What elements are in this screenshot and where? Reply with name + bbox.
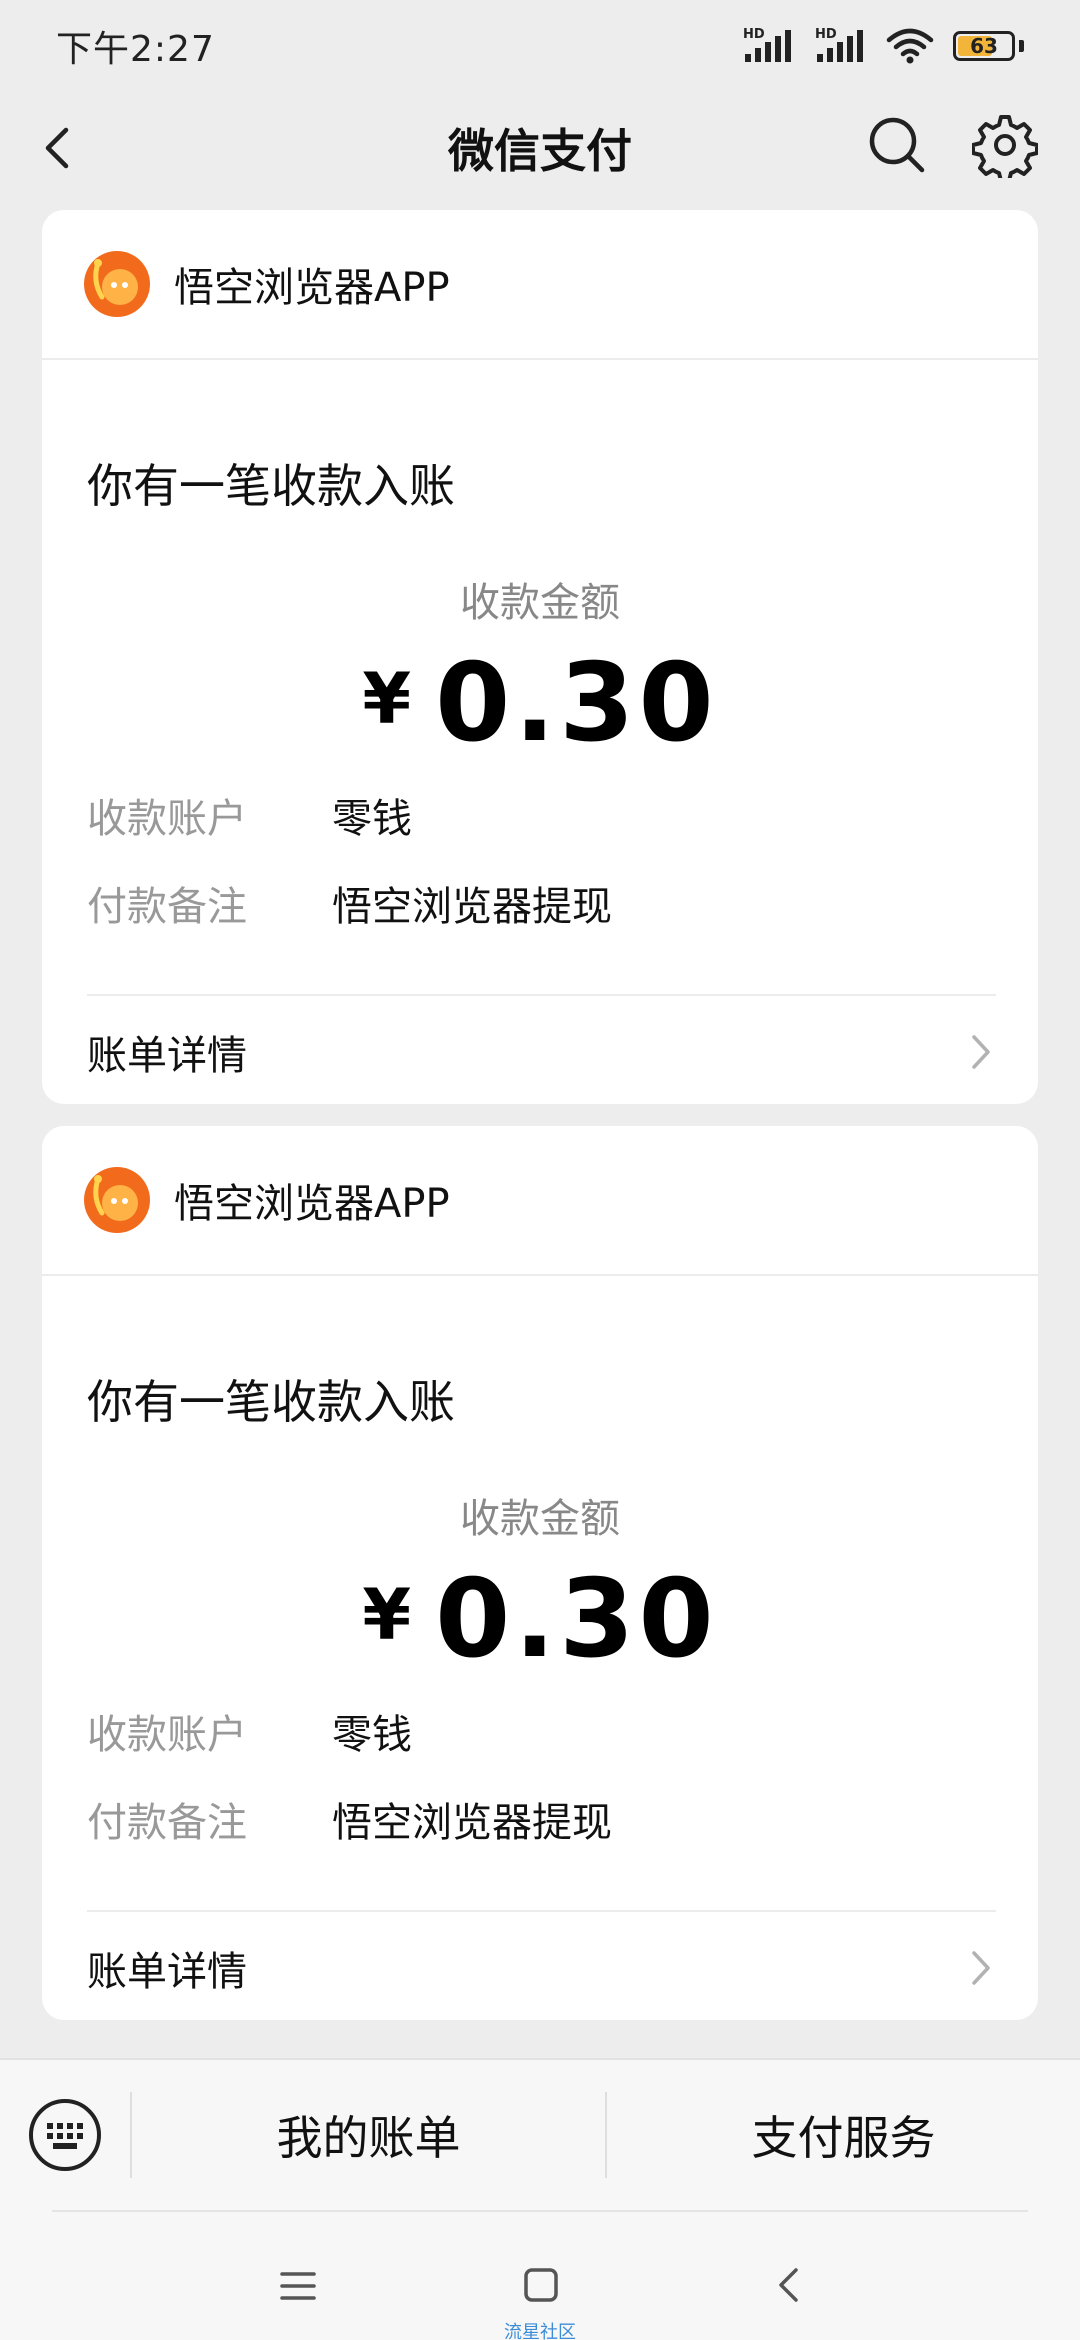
payment-card[interactable]: 悟空浏览器APP 你有一笔收款入账 收款金额 ¥ 0.30 收款账户 零钱 付款… bbox=[42, 1126, 1038, 2020]
wukong-logo-icon bbox=[84, 1167, 150, 1233]
remark-value: 悟空浏览器提现 bbox=[332, 884, 612, 930]
signal-icon: HD bbox=[743, 27, 791, 62]
menu-icon[interactable] bbox=[280, 2270, 316, 2302]
bill-detail-label: 账单详情 bbox=[87, 1033, 247, 1079]
account-row: 收款账户 零钱 bbox=[87, 786, 412, 844]
amount-row: ¥ 0.30 bbox=[42, 650, 1038, 758]
bill-detail-link[interactable]: 账单详情 bbox=[87, 1000, 996, 1104]
signal-icon-2: HD bbox=[815, 27, 863, 62]
battery-icon: 63 bbox=[953, 31, 1015, 61]
account-label: 收款账户 bbox=[87, 1712, 247, 1758]
battery-level: 63 bbox=[970, 34, 998, 58]
menu-my-bills[interactable]: 我的账单 bbox=[132, 2102, 605, 2168]
card-title: 你有一笔收款入账 bbox=[87, 459, 455, 513]
currency-symbol: ¥ bbox=[362, 1574, 412, 1656]
chevron-left-icon[interactable] bbox=[32, 120, 88, 176]
amount-label: 收款金额 bbox=[460, 1496, 620, 1542]
account-label: 收款账户 bbox=[87, 796, 247, 842]
remark-row: 付款备注 悟空浏览器提现 bbox=[87, 1790, 612, 1848]
bottom-menu: 我的账单 支付服务 bbox=[0, 2058, 1080, 2210]
watermark: 流星社区 bbox=[504, 2322, 576, 2340]
screen: 下午2:27 HD HD 63 微信支付 悟空浏览器APP 你有一笔收款入账 收… bbox=[0, 0, 1080, 2340]
remark-label: 付款备注 bbox=[87, 884, 247, 930]
home-icon[interactable] bbox=[524, 2268, 558, 2302]
payment-card[interactable]: 悟空浏览器APP 你有一笔收款入账 收款金额 ¥ 0.30 收款账户 零钱 付款… bbox=[42, 210, 1038, 1104]
card-header: 悟空浏览器APP bbox=[42, 1126, 1038, 1276]
account-row: 收款账户 零钱 bbox=[87, 1702, 412, 1760]
card-title: 你有一笔收款入账 bbox=[87, 1375, 455, 1429]
account-value: 零钱 bbox=[332, 796, 412, 842]
status-bar: 下午2:27 HD HD 63 bbox=[0, 0, 1080, 92]
chevron-right-icon bbox=[972, 1035, 990, 1069]
search-icon[interactable] bbox=[866, 114, 928, 176]
amount-label: 收款金额 bbox=[460, 580, 620, 626]
bill-detail-link[interactable]: 账单详情 bbox=[87, 1916, 996, 2020]
chevron-right-icon bbox=[972, 1951, 990, 1985]
signal-hd-label: HD bbox=[743, 27, 765, 42]
amount-row: ¥ 0.30 bbox=[42, 1566, 1038, 1674]
wifi-icon bbox=[886, 28, 934, 64]
keyboard-icon bbox=[29, 2099, 101, 2171]
card-divider bbox=[87, 994, 996, 996]
currency-symbol: ¥ bbox=[362, 658, 412, 740]
account-value: 零钱 bbox=[332, 1712, 412, 1758]
sys-divider bbox=[52, 2210, 1028, 2212]
card-divider bbox=[87, 1910, 996, 1912]
remark-label: 付款备注 bbox=[87, 1800, 247, 1846]
nav-bar: 微信支付 bbox=[0, 92, 1080, 204]
status-icons: HD HD 63 bbox=[741, 26, 1024, 66]
system-nav-bar: 流星社区 bbox=[0, 2210, 1080, 2340]
amount-value: 0.30 bbox=[435, 641, 718, 766]
wukong-logo-icon bbox=[84, 251, 150, 317]
back-icon[interactable] bbox=[776, 2266, 800, 2304]
gear-icon[interactable] bbox=[972, 112, 1038, 178]
merchant-name: 悟空浏览器APP bbox=[174, 1181, 450, 1227]
card-header: 悟空浏览器APP bbox=[42, 210, 1038, 360]
status-time: 下午2:27 bbox=[56, 29, 215, 70]
remark-value: 悟空浏览器提现 bbox=[332, 1800, 612, 1846]
bill-detail-label: 账单详情 bbox=[87, 1949, 247, 1995]
page-title: 微信支付 bbox=[448, 124, 632, 178]
remark-row: 付款备注 悟空浏览器提现 bbox=[87, 874, 612, 932]
signal-hd-label-2: HD bbox=[815, 27, 837, 42]
amount-value: 0.30 bbox=[435, 1557, 718, 1682]
menu-payment-services[interactable]: 支付服务 bbox=[607, 2102, 1080, 2168]
battery-tip bbox=[1019, 40, 1024, 52]
keyboard-toggle-button[interactable] bbox=[0, 2060, 130, 2210]
merchant-name: 悟空浏览器APP bbox=[174, 265, 450, 311]
